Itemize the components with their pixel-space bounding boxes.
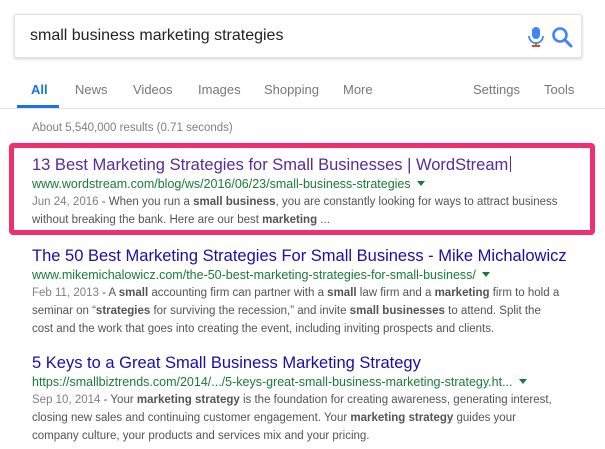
snippet-bold-text: marketing strategy [136, 394, 240, 406]
tab-all[interactable]: All [31, 82, 48, 97]
snippet-text: accounting firm can partner with a [148, 287, 328, 299]
snippet-text: to attend. Split the [444, 305, 541, 317]
tools-link[interactable]: Tools [544, 82, 574, 97]
snippet-bold-text: small [327, 287, 357, 299]
snippet-text: , you are constantly looking for ways to… [275, 196, 558, 208]
text-cursor [510, 156, 512, 172]
result-url-text: www.mikemichalowicz.com/the-50-best-mark… [32, 268, 476, 282]
search-input[interactable] [30, 25, 500, 47]
snippet-bold-text: small businesses [349, 305, 445, 317]
result-url: https://smallbiztrends.com/2014/.../5-ke… [32, 374, 592, 391]
snippet-bold-text: marketing strategy [350, 412, 454, 424]
result-title-link[interactable]: 13 Best Marketing Strategies for Small B… [32, 155, 592, 175]
snippet-text: law firm and a [356, 287, 435, 299]
search-result: 13 Best Marketing Strategies for Small B… [32, 155, 592, 229]
search-box[interactable] [14, 14, 582, 58]
snippet-text: guides your [453, 412, 516, 424]
result-date: Jun 24, 2016 [32, 196, 99, 208]
search-result: The 50 Best Marketing Strategies For Sma… [32, 246, 592, 338]
snippet-text: - When you run a [98, 196, 194, 208]
snippet-text: is the foundation for creating awareness… [239, 394, 552, 406]
snippet-text: seminar on “ [32, 305, 96, 317]
dropdown-arrow-icon[interactable] [481, 272, 490, 277]
divider [0, 108, 605, 109]
snippet-text: - A [98, 287, 119, 299]
result-snippet: Sep 10, 2014 - Your marketing strategy i… [32, 391, 592, 445]
snippet-text: closing new sales and continuing custome… [32, 412, 351, 424]
result-snippet: Jun 24, 2016 - When you run a small busi… [32, 193, 592, 229]
result-date: Feb 11, 2013 [32, 287, 99, 299]
tab-more[interactable]: More [343, 82, 373, 97]
result-title-text: 13 Best Marketing Strategies for Small B… [32, 156, 509, 174]
dropdown-arrow-icon[interactable] [518, 379, 527, 384]
result-snippet: Feb 11, 2013 - A small accounting firm c… [32, 284, 592, 338]
snippet-text: company culture, your products and servi… [32, 430, 370, 442]
microphone-icon[interactable] [527, 26, 545, 48]
snippet-bold-text: small business [193, 196, 276, 208]
result-url-text: www.wordstream.com/blog/ws/2016/06/23/sm… [32, 177, 411, 191]
snippet-bold-text: small [118, 287, 149, 299]
snippet-text: cost and the work that goes into creatin… [32, 323, 495, 335]
result-url: www.mikemichalowicz.com/the-50-best-mark… [32, 267, 592, 284]
snippet-text: for surviving the recession,” and invite [150, 305, 350, 317]
snippet-text: firm to hold a [489, 287, 560, 299]
search-icon[interactable] [551, 26, 573, 48]
snippet-text: - Your [100, 394, 137, 406]
snippet-bold-text: strategies [95, 305, 151, 317]
result-date: Sep 10, 2014 [32, 394, 101, 406]
tab-images[interactable]: Images [198, 82, 241, 97]
tab-videos[interactable]: Videos [133, 82, 173, 97]
result-title-link[interactable]: The 50 Best Marketing Strategies For Sma… [32, 246, 592, 266]
snippet-text: without breaking the bank. Here are our … [32, 214, 263, 226]
result-title-link[interactable]: 5 Keys to a Great Small Business Marketi… [32, 353, 592, 373]
search-tabs: All News Videos Images Shopping More Set… [0, 72, 605, 108]
result-url-text: https://smallbiztrends.com/2014/.../5-ke… [32, 375, 513, 389]
tab-shopping[interactable]: Shopping [264, 82, 319, 97]
snippet-bold-text: marketing [262, 214, 318, 226]
search-result: 5 Keys to a Great Small Business Marketi… [32, 353, 592, 445]
snippet-text: ... [317, 214, 330, 226]
snippet-bold-text: marketing [434, 287, 490, 299]
result-stats: About 5,540,000 results (0.71 seconds) [32, 122, 233, 134]
settings-link[interactable]: Settings [473, 82, 520, 97]
tab-news[interactable]: News [75, 82, 108, 97]
dropdown-arrow-icon[interactable] [416, 181, 425, 186]
result-url: www.wordstream.com/blog/ws/2016/06/23/sm… [32, 176, 592, 193]
